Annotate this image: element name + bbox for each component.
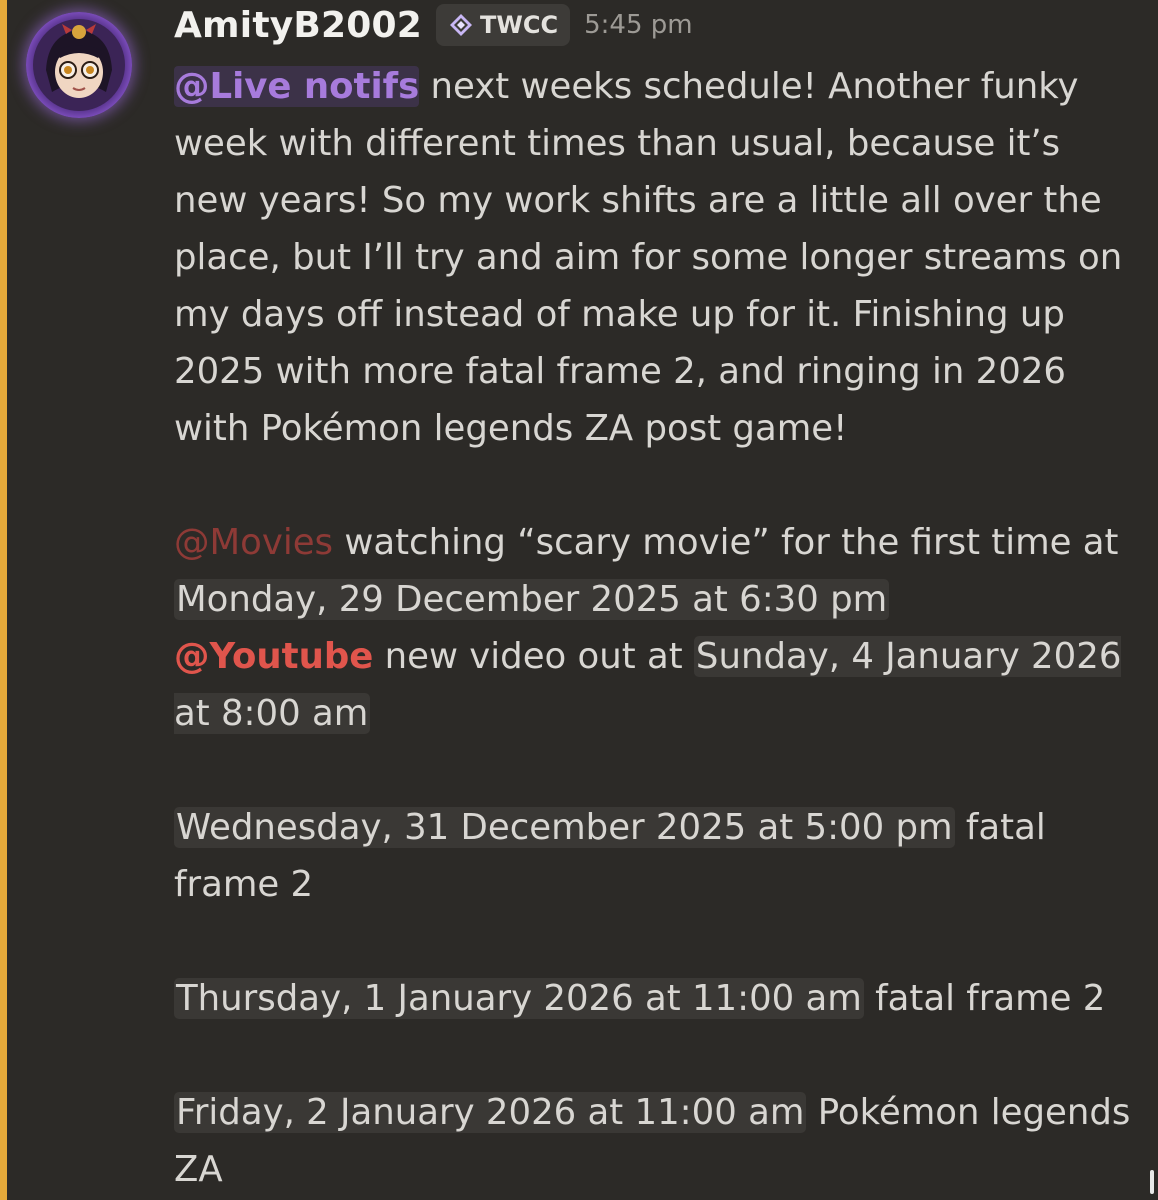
timestamp-wednesday[interactable]: Wednesday, 31 December 2025 at 5:00 pm (174, 807, 955, 848)
diamond-sparkle-icon (450, 14, 473, 36)
mention-live-notifs[interactable]: @Live notifs (174, 66, 420, 107)
message-paragraph-movies: @Movies watching “scary movie” for the f… (174, 514, 1134, 742)
mention-youtube[interactable]: @Youtube (174, 636, 373, 677)
username[interactable]: AmityB2002 (174, 5, 422, 46)
schedule-text-thursday: fatal frame 2 (863, 978, 1106, 1019)
schedule-item-friday: Friday, 2 January 2026 at 11:00 am Pokém… (174, 1084, 1134, 1198)
timestamp-movies[interactable]: Monday, 29 December 2025 at 6:30 pm (174, 579, 890, 620)
message-header: AmityB2002 TWCC 5:45 pm (174, 0, 693, 50)
intro-text: next weeks schedule! Another funky week … (174, 66, 1123, 449)
schedule-item-wednesday: Wednesday, 31 December 2025 at 5:00 pm f… (174, 799, 1134, 913)
message-timestamp[interactable]: 5:45 pm (584, 10, 692, 40)
scrollbar-thumb[interactable] (1150, 1170, 1154, 1194)
user-avatar[interactable] (26, 12, 132, 118)
message-content: @Live notifs next weeks schedule! Anothe… (174, 58, 1134, 1198)
timestamp-friday[interactable]: Friday, 2 January 2026 at 11:00 am (174, 1092, 807, 1133)
server-tag-label: TWCC (480, 11, 559, 39)
message-paragraph-intro: @Live notifs next weeks schedule! Anothe… (174, 58, 1134, 457)
movies-text: watching “scary movie” for the first tim… (333, 522, 1119, 563)
timestamp-thursday[interactable]: Thursday, 1 January 2026 at 11:00 am (174, 978, 864, 1019)
youtube-text: new video out at (373, 636, 694, 677)
schedule-item-thursday: Thursday, 1 January 2026 at 11:00 am fat… (174, 970, 1134, 1027)
avatar-illustration (33, 19, 125, 111)
highlight-accent-bar (0, 0, 7, 1200)
mention-movies[interactable]: @Movies (174, 522, 333, 563)
server-tag[interactable]: TWCC (436, 4, 571, 46)
